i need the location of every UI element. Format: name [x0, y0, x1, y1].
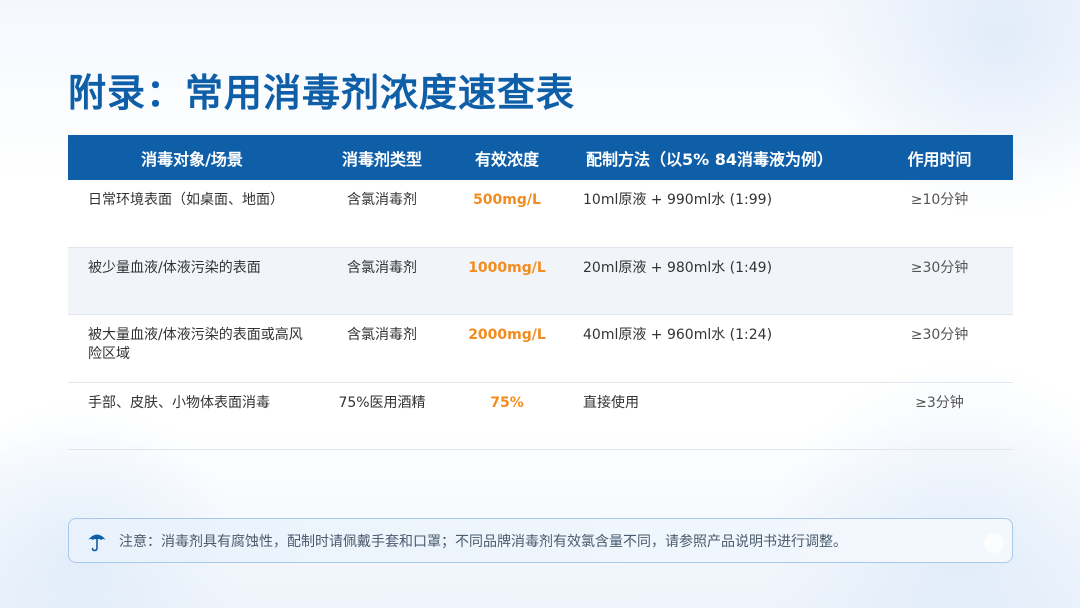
- cell-type: 75%医用酒精: [338, 394, 426, 411]
- table-row: 被少量血液/体液污染的表面 含氯消毒剂 1000mg/L 20ml原液 + 98…: [68, 247, 1013, 315]
- cell-target: 被大量血液/体液污染的表面或高风险区域: [88, 327, 303, 362]
- caution-note: 注意：消毒剂具有腐蚀性，配制时请佩戴手套和口罩；不同品牌消毒剂有效氯含量不同，请…: [68, 518, 1013, 563]
- cell-time: ≥30分钟: [910, 327, 969, 343]
- cell-type: 含氯消毒剂: [347, 327, 417, 343]
- cell-concentration: 1000mg/L: [468, 259, 546, 276]
- cell-target: 日常环境表面（如桌面、地面）: [88, 192, 284, 208]
- cell-target: 手部、皮肤、小物体表面消毒: [88, 394, 270, 411]
- cell-method: 10ml原液 + 990ml水 (1:99): [583, 192, 773, 208]
- cell-type: 含氯消毒剂: [347, 259, 417, 276]
- umbrella-icon: [87, 530, 107, 552]
- table-row: 日常环境表面（如桌面、地面） 含氯消毒剂 500mg/L 10ml原液 + 99…: [68, 180, 1013, 248]
- decorative-dot: [984, 533, 1004, 553]
- page-title: 附录：常用消毒剂浓度速查表: [68, 71, 576, 115]
- cell-type: 含氯消毒剂: [347, 192, 417, 208]
- table-header: 消毒对象/场景 消毒剂类型 有效浓度 配制方法（以5% 84消毒液为例） 作用时…: [68, 135, 1013, 180]
- cell-concentration: 75%: [490, 394, 524, 411]
- header-target: 消毒对象/场景: [141, 149, 243, 169]
- table-row: 被大量血液/体液污染的表面或高风险区域 含氯消毒剂 2000mg/L 40ml原…: [68, 315, 1013, 383]
- cell-method: 40ml原液 + 960ml水 (1:24): [583, 327, 773, 343]
- cell-concentration: 500mg/L: [473, 192, 541, 208]
- cell-method: 直接使用: [583, 394, 639, 411]
- caution-text: 注意：消毒剂具有腐蚀性，配制时请佩戴手套和口罩；不同品牌消毒剂有效氯含量不同，请…: [119, 533, 847, 550]
- header-method: 配制方法（以5% 84消毒液为例）: [586, 149, 834, 169]
- header-concentration: 有效浓度: [474, 149, 539, 169]
- header-time: 作用时间: [907, 149, 972, 169]
- cell-method: 20ml原液 + 980ml水 (1:49): [583, 259, 773, 276]
- cell-time: ≥3分钟: [915, 394, 964, 411]
- cell-time: ≥10分钟: [910, 192, 969, 208]
- table-row: 手部、皮肤、小物体表面消毒 75%医用酒精 75% 直接使用 ≥3分钟: [68, 383, 1013, 450]
- disinfectant-table: 消毒对象/场景 消毒剂类型 有效浓度 配制方法（以5% 84消毒液为例） 作用时…: [68, 135, 1013, 450]
- cell-time: ≥30分钟: [910, 259, 969, 276]
- header-type: 消毒剂类型: [341, 149, 422, 169]
- cell-concentration: 2000mg/L: [468, 327, 546, 343]
- cell-target: 被少量血液/体液污染的表面: [88, 259, 261, 276]
